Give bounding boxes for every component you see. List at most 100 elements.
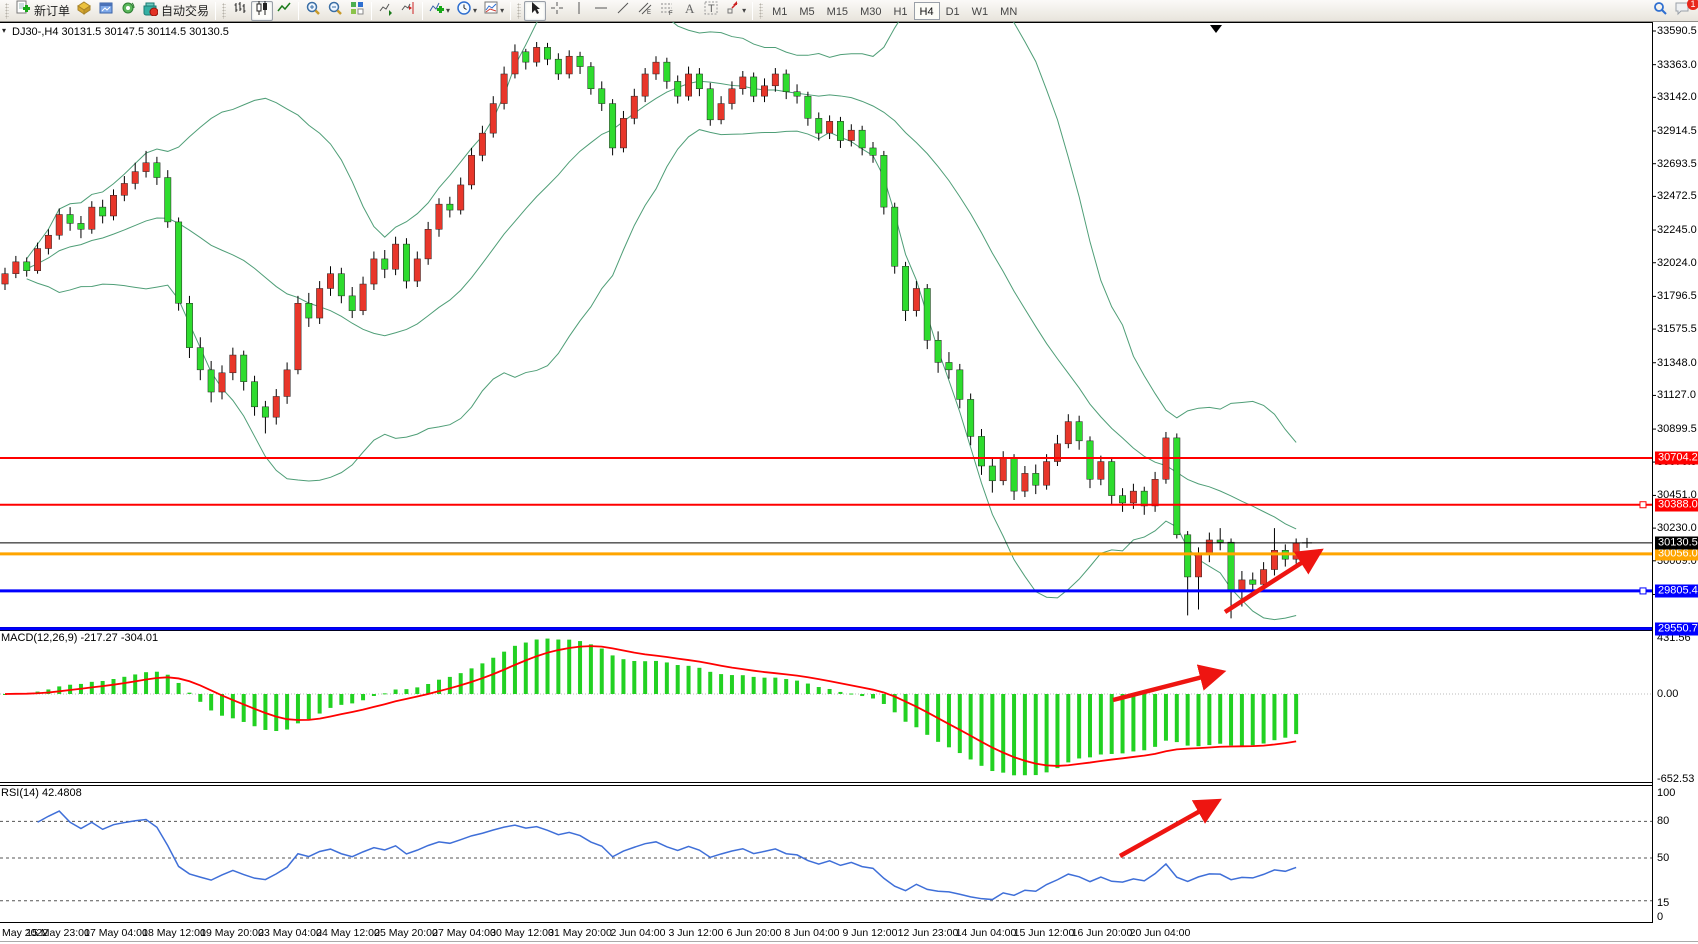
toolbar-separator — [510, 2, 511, 20]
timeframe-button-d1[interactable]: D1 — [940, 2, 966, 20]
text-tool-button[interactable]: A — [678, 1, 700, 21]
timeframe-button-mn[interactable]: MN — [994, 2, 1023, 20]
price-tick-label: 33590.5 — [1657, 25, 1697, 37]
new-order-button[interactable]: 新订单 — [12, 1, 73, 21]
price-line-badge: 30704.2 — [1655, 451, 1698, 464]
indicators-add-icon — [429, 0, 445, 21]
tile-windows-button[interactable] — [346, 1, 368, 21]
rsi-scale-0: 0 — [1657, 911, 1663, 923]
periods-button[interactable]: ▾ — [453, 1, 480, 21]
candlestick-series — [2, 42, 1300, 618]
auto-trading-label: 自动交易 — [161, 2, 209, 19]
time-axis-label: 6 Jun 20:00 — [727, 927, 782, 939]
indicators-button[interactable]: ▾ — [426, 1, 453, 21]
chart-title-ohlc: DJ30-,H4 30131.5 30147.5 30114.5 30130.5 — [12, 26, 229, 38]
horizontal-line-tool-button[interactable] — [590, 1, 612, 21]
rsi-line — [38, 811, 1297, 899]
toolbar-separator — [215, 2, 216, 20]
price-line-badge: 29805.4 — [1655, 584, 1698, 597]
chart-shift-button[interactable] — [397, 1, 419, 21]
trendline-icon — [615, 0, 631, 21]
chevron-down-icon[interactable]: ▾ — [742, 6, 746, 15]
trendline-tool-button[interactable] — [612, 1, 634, 21]
time-axis-label: 24 May 12:00 — [316, 927, 380, 939]
bollinger-bands — [27, 0, 1296, 620]
bar-chart-icon — [232, 0, 248, 21]
notifications-button[interactable]: 1 — [1671, 1, 1694, 21]
zoom-out-button[interactable] — [324, 1, 346, 21]
candlestick-chart-button[interactable] — [251, 1, 273, 21]
price-tick-label: 33142.0 — [1657, 91, 1697, 103]
vertical-line-tool-button[interactable] — [568, 1, 590, 21]
arrows-tool-button[interactable]: ▾ — [722, 1, 749, 21]
macd-scale-zero: 0.00 — [1657, 688, 1678, 700]
crosshair-tool-button[interactable] — [546, 1, 568, 21]
fibonacci-icon: F — [659, 0, 675, 21]
navigator-button[interactable] — [117, 1, 139, 21]
chart-canvas[interactable] — [0, 0, 1698, 944]
rsi-level-lines — [0, 694, 1652, 901]
toolbar-separator — [422, 2, 423, 20]
time-axis-label: 18 May 12:00 — [142, 927, 206, 939]
price-tick-label: 32914.5 — [1657, 125, 1697, 137]
channel-tool-button[interactable]: E — [634, 1, 656, 21]
pane-frames — [0, 22, 1698, 942]
timeframe-button-h1[interactable]: H1 — [887, 2, 913, 20]
toolbar-grip[interactable] — [517, 3, 521, 19]
timeframe-button-h4[interactable]: H4 — [914, 2, 940, 20]
label-tool-button[interactable]: T — [700, 1, 722, 21]
templates-button[interactable]: ▾ — [480, 1, 507, 21]
search-button[interactable] — [1649, 1, 1671, 21]
zoom-out-icon — [327, 0, 343, 21]
market-watch-icon — [76, 0, 92, 21]
chevron-down-icon[interactable]: ▾ — [500, 6, 504, 15]
time-axis-label: 31 May 20:00 — [548, 927, 612, 939]
chart-template-icon — [483, 0, 499, 21]
time-axis-label: 15 Jun 12:00 — [1014, 927, 1075, 939]
svg-text:T: T — [708, 3, 715, 15]
line-chart-button[interactable] — [273, 1, 295, 21]
timeframe-button-m15[interactable]: M15 — [821, 2, 854, 20]
timeframe-button-m1[interactable]: M1 — [766, 2, 793, 20]
svg-text:A: A — [685, 1, 695, 16]
timeframe-button-m5[interactable]: M5 — [793, 2, 820, 20]
macd-histogram — [3, 639, 1298, 776]
toolbar-grip[interactable] — [5, 3, 9, 19]
price-tick-label: 32024.0 — [1657, 257, 1697, 269]
chevron-down-icon[interactable]: ▾ — [473, 6, 477, 15]
bar-chart-button[interactable] — [229, 1, 251, 21]
timeframe-button-w1[interactable]: W1 — [966, 2, 995, 20]
time-axis-label: 16 Jun 20:00 — [1072, 927, 1133, 939]
macd-scale-min: -652.53 — [1657, 773, 1694, 785]
notification-count-badge: 1 — [1687, 0, 1698, 10]
rsi-scale-100: 100 — [1657, 787, 1675, 799]
time-axis-label: 15 May 23:00 — [26, 927, 90, 939]
cursor-tool-button[interactable] — [524, 1, 546, 21]
toolbar-separator — [752, 2, 753, 20]
toolbar-grip[interactable] — [222, 3, 226, 19]
fibonacci-tool-button[interactable]: F — [656, 1, 678, 21]
price-line-badge: 30130.5 — [1655, 536, 1698, 549]
time-axis-label: 9 Jun 12:00 — [843, 927, 898, 939]
timeframe-button-m30[interactable]: M30 — [854, 2, 887, 20]
new-order-label: 新订单 — [34, 2, 70, 19]
clock-icon — [456, 0, 472, 21]
rsi-scale-80: 80 — [1657, 815, 1669, 827]
zoom-in-button[interactable] — [302, 1, 324, 21]
price-tick-label: 31127.0 — [1657, 389, 1696, 401]
auto-trading-button[interactable]: 自动交易 — [139, 1, 212, 21]
chart-shift-marker — [1210, 25, 1222, 33]
toolbar-grip[interactable] — [759, 3, 763, 19]
time-axis-label: 19 May 20:00 — [200, 927, 264, 939]
market-watch-button[interactable] — [73, 1, 95, 21]
auto-scroll-button[interactable] — [375, 1, 397, 21]
chevron-down-icon[interactable]: ▾ — [446, 6, 450, 15]
line-chart-icon — [276, 0, 292, 21]
text-label-icon: T — [703, 0, 719, 21]
time-axis-label: 27 May 04:00 — [432, 927, 496, 939]
time-axis-label: 3 Jun 12:00 — [669, 927, 724, 939]
time-axis-label: 12 Jun 23:00 — [898, 927, 959, 939]
toolbar-separator — [298, 2, 299, 20]
data-window-button[interactable] — [95, 1, 117, 21]
chart-menu-caret[interactable]: ▾ — [2, 26, 6, 35]
